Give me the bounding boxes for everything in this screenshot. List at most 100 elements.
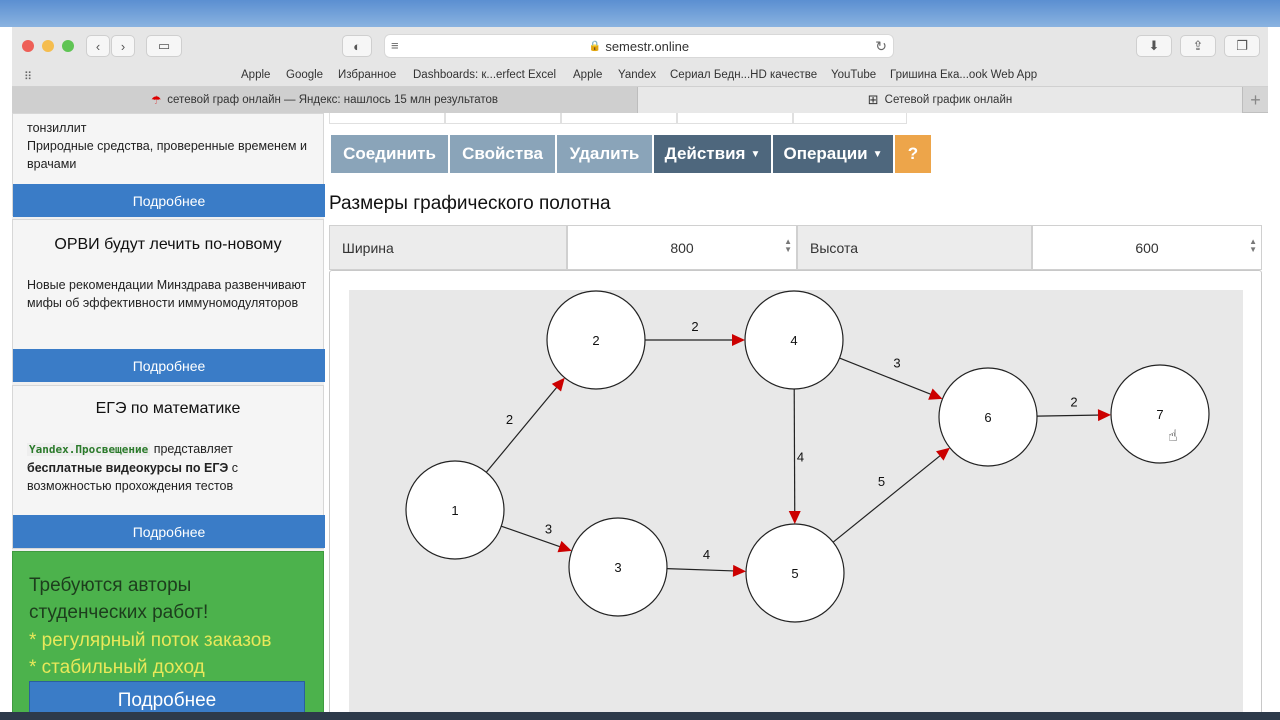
promo-bullets: * регулярный поток заказов * стабильный д… (29, 630, 272, 678)
back-icon[interactable]: ‹ (86, 35, 110, 57)
bookmark[interactable]: YouTube (831, 69, 876, 81)
properties-button[interactable]: Свойства (450, 135, 555, 173)
connect-button[interactable]: Соединить (331, 135, 448, 173)
minimize-window-icon[interactable] (42, 40, 54, 52)
edge-line[interactable] (839, 357, 936, 397)
lock-icon: 🔒 (588, 40, 602, 52)
node-label: 3 (614, 560, 621, 575)
yandex-umbrella-icon: ☂ (150, 95, 162, 107)
dock (0, 712, 1280, 720)
canvas-frame: 2 3 2 4 4 3 5 2 1 2 3 4 5 6 7 ☝ (329, 270, 1262, 720)
share-icon[interactable]: ⇪ (1180, 35, 1216, 57)
downloads-icon[interactable]: ⬇ (1136, 35, 1172, 57)
arrowhead-icon (936, 447, 950, 461)
stepper-icon[interactable]: ▲ ▼ (1249, 238, 1257, 254)
node-label: 4 (790, 333, 797, 348)
edge-line[interactable] (501, 525, 565, 549)
desktop-background (0, 0, 1280, 27)
more-button[interactable]: Подробнее (13, 349, 325, 382)
width-label: Ширина (329, 225, 567, 270)
edge-line[interactable] (485, 383, 561, 473)
canvas-size-row: Ширина 800 ▲ ▼ Высота 600 ▲ ▼ (329, 225, 1262, 270)
url-text: semestr.online (605, 38, 690, 54)
caret-down-icon: ▼ (750, 148, 761, 160)
help-button[interactable]: ? (895, 135, 931, 173)
ad-text: тонзиллит (27, 121, 87, 135)
network-graph[interactable]: 2 3 2 4 4 3 5 2 1 2 3 4 5 6 7 ☝ (330, 271, 1261, 719)
forward-icon[interactable]: › (111, 35, 135, 57)
tabs-overview-icon[interactable]: ❐ (1224, 35, 1260, 57)
ad-card: ЕГЭ по математике Yandex.Просвещение пре… (12, 385, 325, 549)
arrowhead-icon (788, 510, 801, 525)
edge-weight-label: 2 (691, 319, 698, 334)
brand-badge: Yandex.Просвещение (27, 443, 151, 456)
bookmark[interactable]: Избранное (338, 69, 396, 81)
reader-icon[interactable]: ≡ (391, 38, 399, 53)
edge-line[interactable] (1036, 414, 1104, 417)
arrowhead-icon (551, 377, 565, 392)
ad-text: Природные средства, проверенные временем… (27, 139, 307, 171)
bookmark[interactable]: Apple (573, 69, 602, 81)
edge-weight-label: 2 (1070, 395, 1077, 410)
more-button[interactable]: Подробнее (13, 184, 325, 217)
top-table-remnant (329, 113, 1268, 124)
node-label: 6 (984, 410, 991, 425)
graph-editor: Соединить Свойства Удалить Действия ▼ Опе… (329, 113, 1268, 720)
width-input[interactable]: 800 ▲ ▼ (567, 225, 797, 270)
sidebar-toggle-icon[interactable]: ▭ (146, 35, 182, 57)
bookmarks-bar: ⠿ Apple Google Избранное Dashboards: к..… (12, 65, 1268, 87)
promo-banner: Требуются авторы студенческих работ! * ре… (12, 551, 324, 720)
edge-weight-label: 4 (703, 547, 710, 562)
tab-label: сетевой граф онлайн — Яндекс: нашлось 15… (167, 94, 499, 106)
caret-down-icon: ▼ (872, 148, 883, 160)
ad-sidebar: тонзиллит Природные средства, проверенны… (12, 113, 325, 720)
arrowhead-icon (732, 564, 747, 577)
edge-weight-label: 5 (878, 474, 885, 489)
edge-line[interactable] (793, 388, 796, 517)
ad-card: ОРВИ будут лечить по-новому Новые рекоме… (12, 219, 325, 382)
ad-title: ЕГЭ по математике (95, 400, 241, 417)
tab-bar: ☂ сетевой граф онлайн — Яндекс: нашлось … (12, 87, 1268, 113)
stepper-icon[interactable]: ▲ ▼ (784, 238, 792, 254)
edge-weight-label: 2 (506, 412, 513, 427)
browser-window: ‹ › ▭ ◐ ≡ 🔒 semestr.online ↻ ⬇ ⇪ ❐ ⠿ App… (12, 27, 1268, 720)
edge-weight-label: 4 (797, 450, 804, 465)
node-label: 5 (791, 566, 798, 581)
ad-card: тонзиллит Природные средства, проверенны… (12, 113, 325, 217)
grid-favicon-icon: ⊞ (867, 92, 879, 107)
page-content: тонзиллит Природные средства, проверенны… (12, 113, 1268, 720)
operations-dropdown[interactable]: Операции ▼ (773, 135, 893, 173)
tab-label: Сетевой график онлайн (884, 94, 1013, 106)
delete-button[interactable]: Удалить (557, 135, 652, 173)
bookmark[interactable]: Dashboards: к...erfect Excel (413, 69, 556, 81)
height-input[interactable]: 600 ▲ ▼ (1032, 225, 1262, 270)
tab-network-graph[interactable]: ⊞ Сетевой график онлайн (638, 87, 1242, 113)
bookmark[interactable]: Yandex (618, 69, 656, 81)
apps-grid-icon[interactable]: ⠿ (24, 70, 32, 83)
edge-line[interactable] (832, 452, 945, 543)
hand-cursor-icon: ☝ (1168, 428, 1178, 445)
actions-dropdown[interactable]: Действия ▼ (654, 135, 771, 173)
address-bar[interactable]: ≡ 🔒 semestr.online ↻ (384, 34, 894, 58)
close-window-icon[interactable] (22, 40, 34, 52)
bookmark[interactable]: Apple (241, 69, 270, 81)
edge-weight-label: 3 (545, 522, 552, 537)
reload-icon[interactable]: ↻ (875, 38, 887, 55)
new-tab-icon[interactable]: + (1242, 87, 1268, 113)
bookmark[interactable]: Google (286, 69, 323, 81)
promo-heading: Требуются авторы студенческих работ! (29, 575, 209, 623)
edge-weight-label: 3 (893, 356, 900, 371)
canvas-size-title: Размеры графического полотна (329, 193, 611, 214)
edge-line[interactable] (666, 568, 739, 572)
node-label: 1 (451, 503, 458, 518)
more-button[interactable]: Подробнее (13, 515, 325, 548)
arrowhead-icon (732, 334, 745, 346)
bookmark[interactable]: Сериал Бедн...HD качестве (670, 69, 817, 81)
tab-yandex-search[interactable]: ☂ сетевой граф онлайн — Яндекс: нашлось … (12, 87, 638, 113)
arrowhead-icon (557, 540, 572, 553)
bookmark[interactable]: Гришина Ека...ook Web App (890, 69, 1037, 81)
zoom-window-icon[interactable] (62, 40, 74, 52)
node-label: 2 (592, 333, 599, 348)
privacy-shield-icon[interactable]: ◐ (342, 35, 372, 57)
ad-text: Yandex.Просвещение представляет бесплатн… (27, 442, 239, 493)
